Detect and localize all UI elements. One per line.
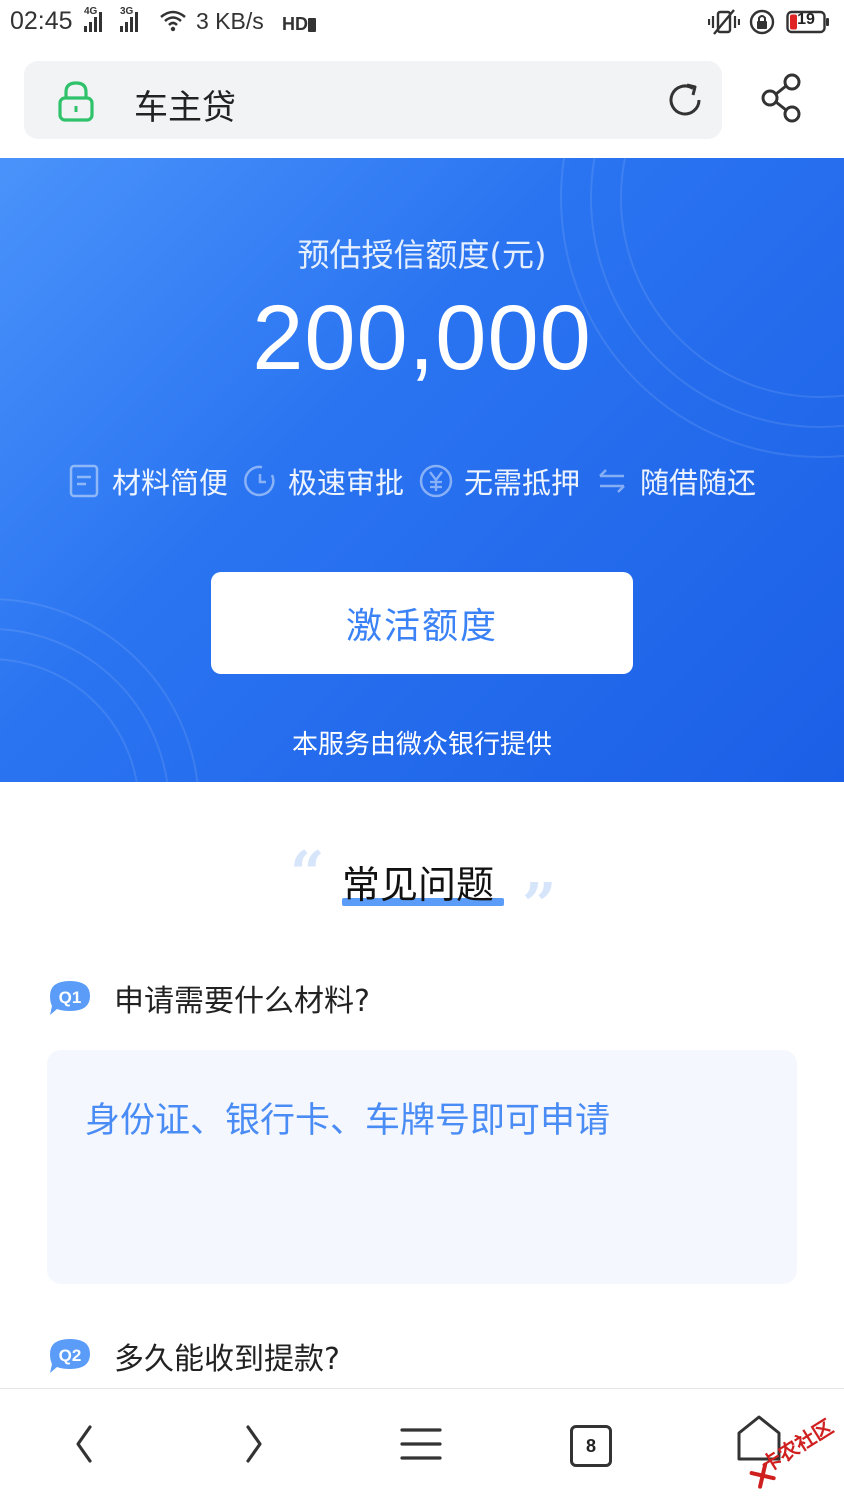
feature-label: 材料简便 (112, 466, 229, 500)
clock-icon (244, 465, 275, 497)
document-icon (69, 464, 99, 498)
feature-item: 无需抵押 (418, 460, 580, 502)
swap-arrows-icon (599, 469, 625, 493)
faq-question[interactable]: Q2 多久能收到提款? (46, 1334, 340, 1378)
status-bar: 02:45 4G 3G 3 KB/s HD 19 (0, 0, 844, 48)
vibrate-mode-icon (708, 9, 740, 35)
faq-title: 常见问题 (342, 863, 495, 907)
faq-answer: 身份证、银行卡、车牌号即可申请 (47, 1050, 797, 1284)
back-icon[interactable] (60, 1419, 110, 1469)
q1-badge-text: Q1 (59, 988, 82, 1007)
battery-level: 19 (797, 11, 815, 28)
yuan-icon (419, 464, 453, 498)
svg-text:HD: HD (282, 14, 308, 34)
wifi-icon (160, 10, 186, 32)
feature-item: 材料简便 (66, 460, 228, 502)
cell-signal-3g-icon: 3G (120, 6, 138, 32)
hd-voice-icon: HD (282, 14, 316, 34)
credit-limit-banner: 预估授信额度(元) 200,000 材料简便 极速审批 无需抵押 随借随还 激活… (0, 158, 844, 782)
question-text: 申请需要什么材料? (114, 984, 370, 1019)
close-quote-icon: ” (522, 871, 557, 941)
refresh-icon[interactable] (664, 79, 706, 121)
network-type-4g: 4G (84, 6, 98, 17)
status-time: 02:45 (10, 7, 73, 35)
rotation-lock-icon (749, 9, 775, 35)
page-title: 车主贷 (134, 88, 236, 128)
activate-limit-button[interactable]: 激活额度 (211, 572, 633, 674)
feature-label: 随借随还 (640, 466, 757, 500)
credit-limit-label: 预估授信额度(元) (297, 236, 547, 274)
feature-item: 极速审批 (242, 460, 404, 502)
cell-signal-4g-icon: 4G (84, 6, 102, 32)
network-speed: 3 KB/s (196, 8, 264, 34)
feature-label: 无需抵押 (464, 466, 581, 500)
menu-icon[interactable] (396, 1419, 446, 1469)
browser-address-bar: 车主贷 (0, 48, 844, 156)
feature-list: 材料简便 极速审批 无需抵押 随借随还 (66, 458, 770, 504)
q2-badge-icon: Q2 (50, 1339, 90, 1373)
url-field[interactable]: 车主贷 (24, 61, 722, 139)
browser-bottom-nav: 8 卡农社区 (0, 1388, 844, 1500)
share-icon[interactable] (758, 72, 806, 124)
answer-text: 身份证、银行卡、车牌号即可申请 (85, 1101, 611, 1141)
forward-icon[interactable] (228, 1419, 278, 1469)
credit-limit-amount: 200,000 (252, 287, 592, 389)
faq-heading: “ 常见问题 ” (0, 839, 844, 936)
feature-label: 极速审批 (288, 466, 405, 500)
secure-lock-icon (58, 81, 94, 122)
tabs-button[interactable]: 8 (570, 1425, 612, 1467)
provider-note: 本服务由微众银行提供 (291, 730, 552, 760)
network-type-3g: 3G (120, 6, 134, 17)
question-text: 多久能收到提款? (114, 1342, 340, 1377)
open-quote-icon: “ (290, 839, 325, 909)
feature-item: 随借随还 (594, 460, 756, 502)
q1-badge-icon: Q1 (50, 981, 90, 1015)
q2-badge-text: Q2 (59, 1346, 82, 1365)
faq-question[interactable]: Q1 申请需要什么材料? (46, 976, 370, 1020)
